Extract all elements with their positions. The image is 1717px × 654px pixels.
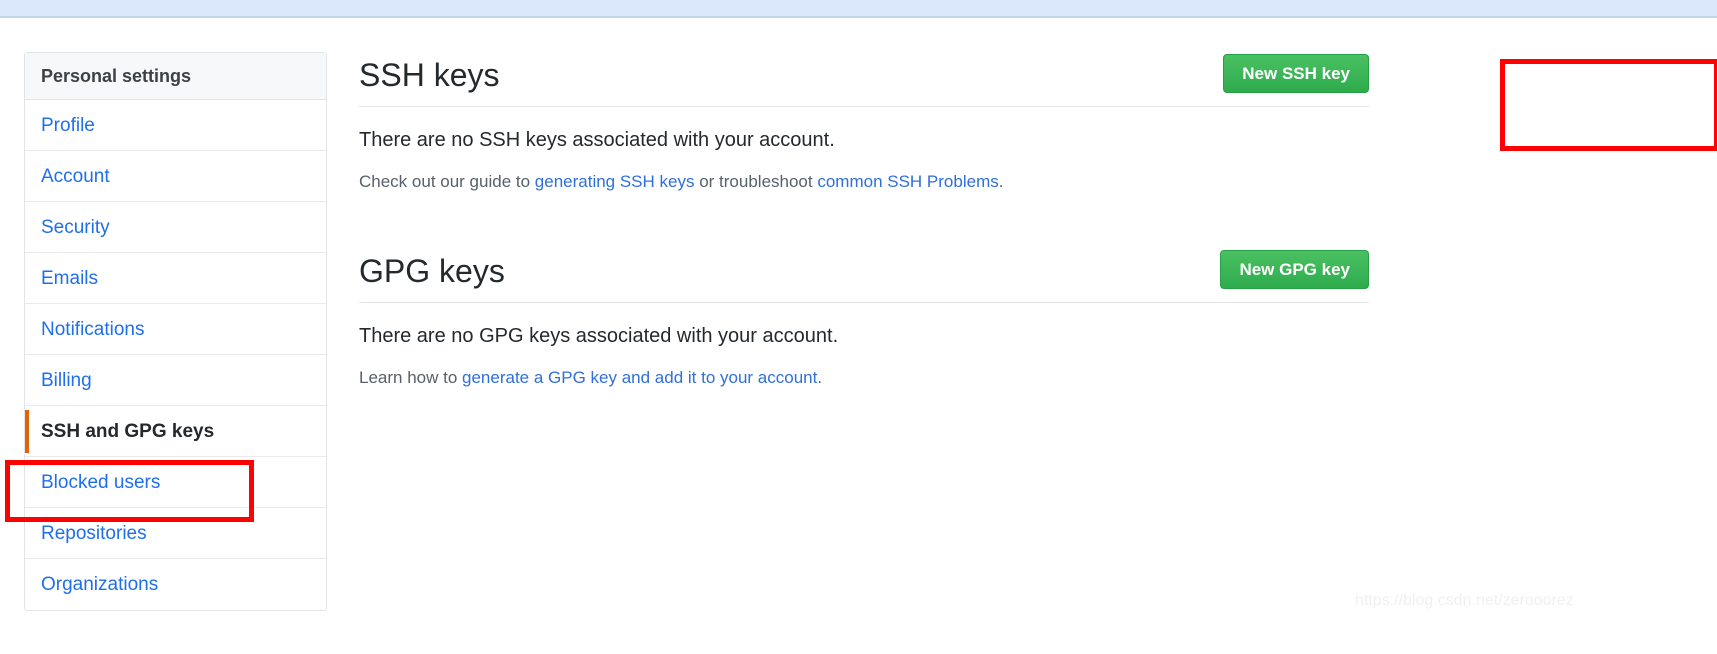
gpg-help-prefix: Learn how to — [359, 368, 463, 387]
sidebar-item-label: Profile — [41, 115, 95, 136]
new-gpg-key-button-wrap: New GPG key — [1220, 250, 1369, 289]
sidebar-item-label: Organizations — [41, 574, 159, 595]
sidebar-item-label: Repositories — [41, 523, 147, 544]
personal-settings-sidebar: Personal settings Profile Account Securi… — [24, 52, 327, 611]
gpg-keys-section: GPG keys New GPG key There are no GPG ke… — [359, 248, 1369, 388]
sidebar-item-label: Security — [41, 217, 110, 238]
sidebar-item-label: Blocked users — [41, 472, 161, 493]
ssh-help-suffix: . — [998, 172, 1004, 191]
sidebar-item-label: Billing — [41, 370, 92, 391]
main-content: SSH keys New SSH key There are no SSH ke… — [359, 52, 1369, 405]
common-ssh-problems-link[interactable]: common SSH Problems — [817, 172, 998, 191]
watermark-text: https://blog.csdn.net/zerooorez — [1355, 592, 1574, 609]
sidebar-item-blocked-users[interactable]: Blocked users — [25, 457, 326, 508]
gpg-help-suffix: . — [817, 368, 823, 387]
settings-page: Personal settings Profile Account Securi… — [0, 22, 1717, 654]
sidebar-heading: Personal settings — [25, 53, 326, 100]
sidebar-item-account[interactable]: Account — [25, 151, 326, 202]
sidebar-item-label: SSH and GPG keys — [41, 421, 215, 442]
sidebar-item-billing[interactable]: Billing — [25, 355, 326, 406]
highlight-box-new-ssh-key — [1500, 59, 1717, 151]
sidebar-item-ssh-and-gpg-keys[interactable]: SSH and GPG keys — [25, 406, 326, 457]
sidebar-item-label: Notifications — [41, 319, 145, 340]
gpg-keys-title: GPG keys — [359, 253, 505, 289]
sidebar-item-emails[interactable]: Emails — [25, 253, 326, 304]
gpg-keys-empty-message: There are no GPG keys associated with yo… — [359, 325, 839, 347]
ssh-keys-header: SSH keys New SSH key — [359, 52, 1369, 107]
ssh-keys-section: SSH keys New SSH key There are no SSH ke… — [359, 52, 1369, 192]
sidebar-item-label: Account — [41, 166, 110, 187]
gpg-keys-help-line: Learn how to generate a GPG key and add … — [359, 368, 1369, 388]
sidebar-item-security[interactable]: Security — [25, 202, 326, 253]
browser-chrome-strip — [0, 0, 1717, 18]
sidebar-item-organizations[interactable]: Organizations — [25, 559, 326, 610]
sidebar-item-notifications[interactable]: Notifications — [25, 304, 326, 355]
new-gpg-key-button[interactable]: New GPG key — [1220, 250, 1369, 289]
ssh-keys-empty-message: There are no SSH keys associated with yo… — [359, 129, 835, 151]
ssh-keys-title: SSH keys — [359, 57, 500, 93]
gpg-keys-header: GPG keys New GPG key — [359, 248, 1369, 303]
ssh-help-middle: or troubleshoot — [694, 172, 818, 191]
ssh-help-prefix: Check out our guide to — [359, 172, 535, 191]
generate-gpg-key-link[interactable]: generate a GPG key and add it to your ac… — [462, 368, 817, 387]
new-ssh-key-button-wrap: New SSH key — [1223, 54, 1369, 93]
sidebar-item-profile[interactable]: Profile — [25, 100, 326, 151]
new-ssh-key-button[interactable]: New SSH key — [1223, 54, 1369, 93]
sidebar-item-repositories[interactable]: Repositories — [25, 508, 326, 559]
sidebar-item-label: Emails — [41, 268, 99, 289]
ssh-keys-help-line: Check out our guide to generating SSH ke… — [359, 172, 1369, 192]
generating-ssh-keys-link[interactable]: generating SSH keys — [535, 172, 695, 191]
